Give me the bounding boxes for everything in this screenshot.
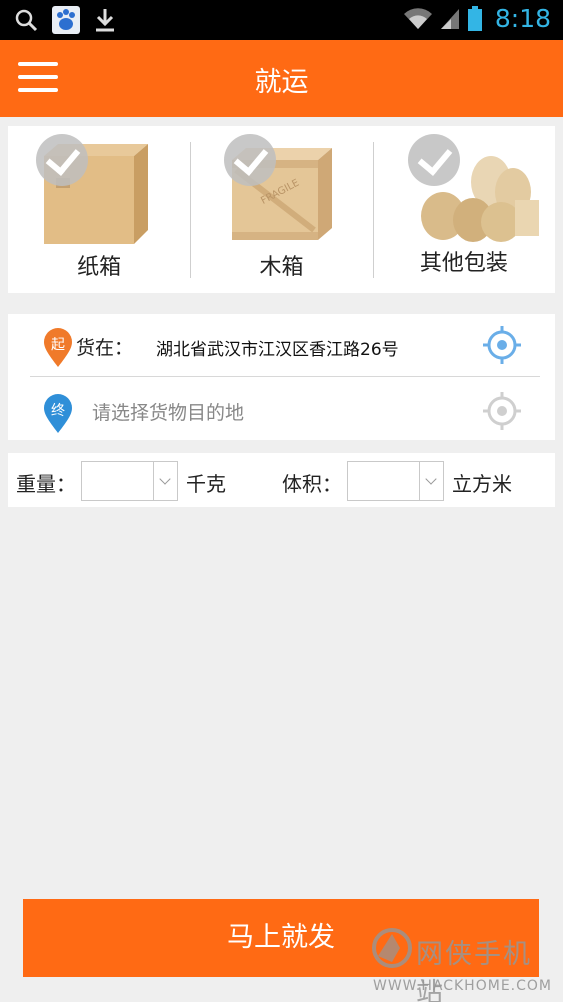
other-check-icon xyxy=(407,134,460,186)
package-label-wooden: 木箱 xyxy=(259,255,304,280)
chevron-down-icon xyxy=(153,462,177,500)
origin-row[interactable]: 起 货在： 湖北省武汉市江汉区香江路26号 xyxy=(8,314,555,376)
package-label-carton: 纸箱 xyxy=(77,255,122,280)
destination-row[interactable]: 终 xyxy=(8,378,555,440)
package-option-other[interactable]: 其他包装 xyxy=(372,126,555,293)
carton-check-icon xyxy=(36,134,88,186)
package-type-selector: 纸箱 FRAGILE 木箱 其他包装 xyxy=(8,126,555,293)
wooden-crate-image: FRAGILE xyxy=(232,148,333,240)
package-label-other: 其他包装 xyxy=(419,251,508,276)
location-divider xyxy=(30,376,540,377)
volume-select[interactable] xyxy=(347,461,444,501)
destination-placeholder[interactable]: 请选择货物目的地 xyxy=(92,398,244,425)
download-icon xyxy=(96,9,114,32)
signal-icon xyxy=(441,9,459,29)
origin-pin-icon: 起 xyxy=(44,328,72,367)
package-option-wooden[interactable]: FRAGILE 木箱 xyxy=(190,126,372,293)
locate-origin-icon[interactable] xyxy=(482,325,522,365)
status-time: 8:18 xyxy=(494,4,551,33)
app-header: 就运 xyxy=(0,40,563,117)
origin-pin-text: 起 xyxy=(51,337,65,353)
wifi-icon xyxy=(404,8,432,30)
weight-unit: 千克 xyxy=(186,472,226,496)
status-bar: 8:18 xyxy=(0,0,563,40)
watermark-url: WWW.HACKHOME.COM xyxy=(373,978,552,994)
origin-label: 货在： xyxy=(76,337,134,359)
location-card: 起 货在： 湖北省武汉市江汉区香江路26号 终 请选择货物目的地 xyxy=(8,314,555,440)
baidu-app-icon xyxy=(52,6,80,34)
search-icon xyxy=(15,9,38,32)
origin-address: 湖北省武汉市江汉区香江路26号 xyxy=(156,340,399,360)
weight-select[interactable] xyxy=(81,461,178,501)
battery-icon xyxy=(468,6,482,31)
cardboard-box-image xyxy=(44,144,148,244)
weight-label: 重量： xyxy=(16,472,76,496)
locate-destination-icon[interactable] xyxy=(482,391,522,431)
chevron-down-icon xyxy=(419,462,443,500)
watermark-logo-icon xyxy=(372,928,412,968)
destination-pin-text: 终 xyxy=(51,403,65,419)
wooden-check-icon xyxy=(224,134,277,186)
watermark: 网侠手机站 WWW.HACKHOME.COM xyxy=(368,924,558,1002)
measure-row: 重量： 千克 体积： 立方米 xyxy=(8,453,555,507)
package-option-carton[interactable]: 纸箱 xyxy=(8,126,190,293)
destination-pin-icon: 终 xyxy=(44,394,72,433)
sacks-image xyxy=(420,156,539,242)
volume-unit: 立方米 xyxy=(452,472,512,496)
volume-label: 体积： xyxy=(282,472,342,496)
page-title: 就运 xyxy=(254,67,309,98)
